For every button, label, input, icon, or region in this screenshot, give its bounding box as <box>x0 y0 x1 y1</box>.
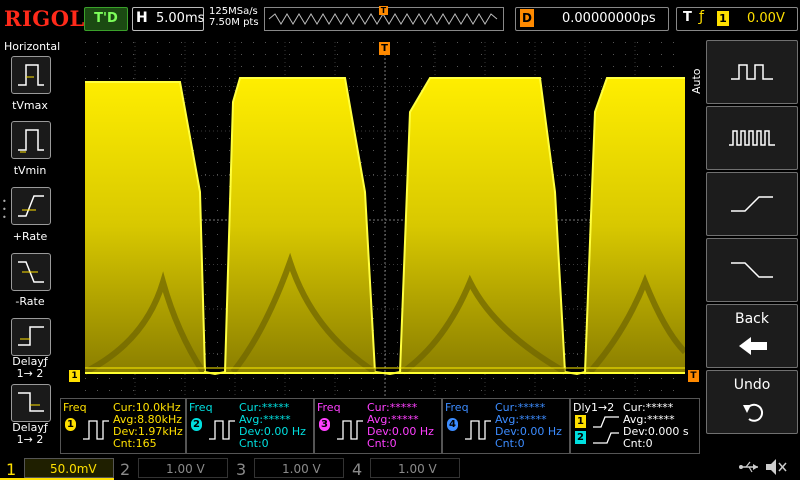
tvmax-label: tVmax <box>12 99 48 112</box>
rising-edge-button[interactable] <box>706 172 798 236</box>
timebase-value: 5.00ms <box>156 11 205 26</box>
memory-position-bar[interactable]: T <box>264 6 504 31</box>
trigger-label: T <box>683 10 692 25</box>
channel-3-box[interactable]: 3 1.00 V <box>232 456 346 479</box>
waveform-display[interactable] <box>85 42 685 398</box>
undo-label: Undo <box>733 377 771 393</box>
freq-pulse-icon <box>83 420 109 440</box>
memory-depth: 7.50M pts <box>209 17 259 28</box>
trigger-level: 0.00V <box>747 11 785 26</box>
delay-box[interactable]: D 0.00000000ps <box>515 7 669 31</box>
horizontal-menu-title: Horizontal <box>4 40 61 53</box>
freq-pulse-icon <box>337 420 363 440</box>
meas-cnt: Cnt:165 <box>113 437 157 450</box>
channel-4-number: 4 <box>352 460 363 479</box>
plus-rate-button[interactable] <box>11 187 51 225</box>
trigger-status-badge: T'D <box>84 7 128 31</box>
timebase-box[interactable]: H 5.00ms <box>132 7 204 31</box>
scroll-dots-icon: • • • <box>2 197 7 222</box>
channel-4-box[interactable]: 4 1.00 V <box>348 456 462 479</box>
trigger-channel: 1 <box>717 11 729 26</box>
single-pulse-icon <box>731 64 773 80</box>
delay-fall-button[interactable] <box>11 384 51 422</box>
channel-1-box[interactable]: 1 50.0mV <box>0 456 114 480</box>
channel-2-number: 2 <box>120 460 131 479</box>
falling-edge-button[interactable] <box>706 238 798 302</box>
ch1-offset-marker[interactable]: 1 <box>69 370 80 382</box>
rise-rate-icon <box>18 195 44 217</box>
trigger-box[interactable]: T ƒ 1 0.00V <box>676 7 798 31</box>
sample-rate-readout: 125MSa/s 7.50M pts <box>209 6 259 28</box>
falling-slope-icon <box>731 262 773 278</box>
undo-button[interactable]: Undo <box>706 370 798 434</box>
measurement-delay[interactable]: Dly1→2 1 2 Cur:***** Avg:***** Dev:0.000… <box>570 398 700 454</box>
back-arrow-icon <box>739 337 767 355</box>
channel-4-scale: 1.00 V <box>398 462 437 476</box>
meas-cnt: Cnt:0 <box>239 437 269 450</box>
tvmin-button[interactable] <box>11 121 51 159</box>
meas-cnt: Cnt:0 <box>623 437 653 450</box>
rigol-logo: RIGOL <box>4 6 85 31</box>
minus-rate-label: -Rate <box>15 295 45 308</box>
measurement-ch3-freq[interactable]: Freq 3 Cur:***** Avg:***** Dev:0.00 Hz C… <box>314 398 442 454</box>
channel-1-number: 1 <box>6 460 17 479</box>
undo-icon <box>743 403 764 422</box>
meas-channel-badge: 4 <box>447 418 458 431</box>
fall-rate-icon <box>18 261 44 283</box>
burst-pulse-icon <box>729 130 775 146</box>
pulse-burst-button[interactable] <box>706 106 798 170</box>
meas-title: Freq <box>317 401 341 414</box>
delay-rise-icon <box>18 326 44 346</box>
measurement-ch4-freq[interactable]: Freq 4 Cur:***** Avg:***** Dev:0.00 Hz C… <box>442 398 570 454</box>
auto-mode-label: Auto <box>690 68 703 94</box>
meas-title: Freq <box>189 401 213 414</box>
back-button[interactable]: Back <box>706 304 798 368</box>
timebase-label: H <box>136 10 148 26</box>
channel-2-box[interactable]: 2 1.00 V <box>116 456 230 479</box>
channel-3-number: 3 <box>236 460 247 479</box>
sample-rate: 125MSa/s <box>209 6 258 17</box>
freq-pulse-icon <box>465 420 491 440</box>
delay-rise-button[interactable] <box>11 318 51 356</box>
meas-title: Freq <box>63 401 87 414</box>
minus-rate-button[interactable] <box>11 253 51 291</box>
plus-rate-label: +Rate <box>12 230 48 243</box>
delay-edges-icon <box>593 416 619 444</box>
measurement-ch2-freq[interactable]: Freq 2 Cur:***** Avg:***** Dev:0.00 Hz C… <box>186 398 314 454</box>
delay-label: D <box>520 9 534 27</box>
delay-value: 0.00000000ps <box>562 11 656 26</box>
delay-rise-label: Delayƒ 1→ 2 <box>12 355 48 380</box>
freq-pulse-icon <box>209 420 235 440</box>
speaker-muted-icon[interactable] <box>764 457 788 477</box>
meas-channel-badge: 3 <box>319 418 330 431</box>
channel-2-scale: 1.00 V <box>166 462 205 476</box>
meas-channel-badge: 1 <box>575 415 586 428</box>
meas-channel2-badge: 2 <box>575 431 586 444</box>
rising-slope-icon <box>731 196 773 212</box>
channel-1-scale: 50.0mV <box>50 462 97 476</box>
measurement-ch1-freq[interactable]: Freq 1 Cur:10.0kHz Avg:8.80kHz Dev:1.97k… <box>60 398 186 454</box>
tvmin-label: tVmin <box>13 164 47 177</box>
rising-edge-icon: ƒ <box>699 9 704 25</box>
delay-fall-icon <box>18 392 44 412</box>
meas-cnt: Cnt:0 <box>367 437 397 450</box>
meas-channel-badge: 2 <box>191 418 202 431</box>
tvmax-icon <box>18 64 44 86</box>
trigger-level-marker[interactable]: T <box>688 370 699 382</box>
channel-3-scale: 1.00 V <box>282 462 321 476</box>
memory-trigger-marker: T <box>379 6 388 15</box>
meas-title: Freq <box>445 401 469 414</box>
tvmin-icon <box>18 129 44 153</box>
meas-channel-badge: 1 <box>65 418 76 431</box>
back-label: Back <box>735 311 769 327</box>
trigger-position-marker[interactable]: T <box>379 42 390 55</box>
pulse-single-button[interactable] <box>706 40 798 104</box>
delay-fall-label: Delayƒ 1→ 2 <box>12 421 48 446</box>
usb-icon <box>739 461 758 473</box>
tvmax-button[interactable] <box>11 56 51 94</box>
meas-cnt: Cnt:0 <box>495 437 525 450</box>
